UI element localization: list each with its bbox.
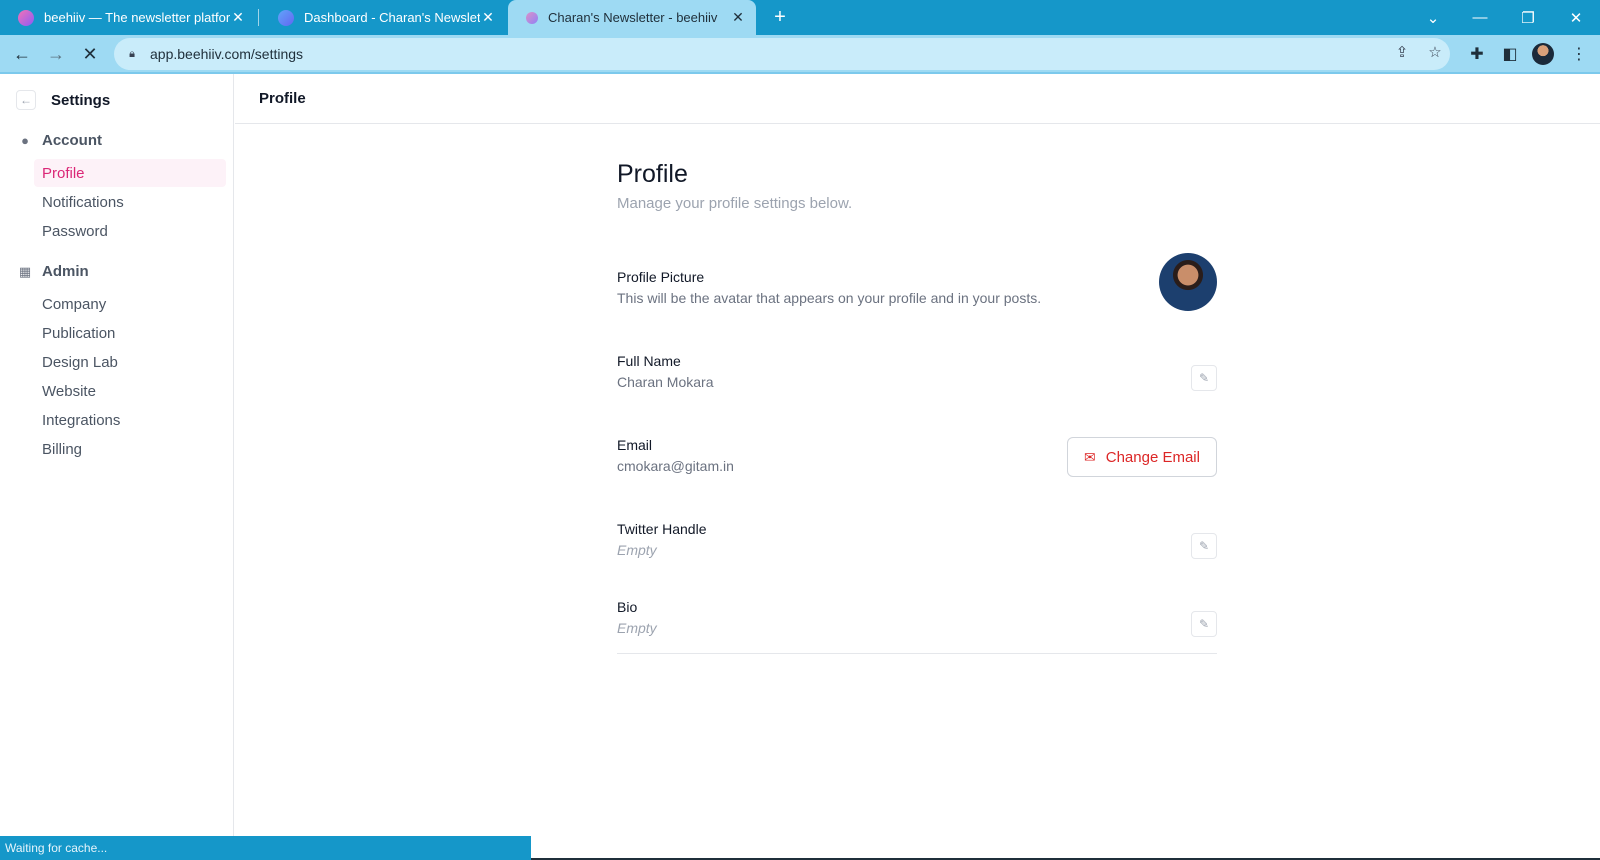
sidebar-item-company[interactable]: Company	[34, 290, 226, 318]
beehiiv-favicon-icon	[18, 9, 34, 26]
group-label: Account	[42, 132, 102, 149]
globe-favicon-icon	[278, 9, 294, 26]
more-menu-icon[interactable]: ⋮	[1569, 44, 1589, 64]
field-label: Twitter Handle	[617, 521, 707, 537]
browser-status-bar: Waiting for cache...	[0, 836, 531, 860]
settings-sidebar: ← Settings ● Account Profile Notificatio…	[0, 74, 234, 860]
browser-tab-active[interactable]: Charan's Newsletter - beehiiv ✕	[508, 0, 756, 35]
back-arrow-icon[interactable]: ←	[8, 40, 36, 68]
back-arrow-icon[interactable]: ←	[16, 90, 36, 110]
sidebar-group-admin: ▦ Admin	[18, 263, 89, 280]
mail-icon: ✉	[1084, 448, 1096, 465]
share-icon[interactable]: ⇪	[1393, 43, 1411, 61]
bio-row: Bio Empty ✎	[617, 599, 1217, 637]
sidebar-group-account: ● Account	[18, 132, 102, 149]
user-circle-icon: ●	[21, 133, 29, 148]
tab-search-chevron-icon[interactable]: ⌄	[1410, 0, 1456, 35]
close-icon[interactable]: ✕	[230, 9, 246, 26]
page-title: Profile	[617, 160, 688, 188]
pencil-icon[interactable]: ✎	[1191, 611, 1217, 637]
sidebar-item-integrations[interactable]: Integrations	[34, 406, 226, 434]
section-divider	[617, 653, 1217, 654]
field-label: Full Name	[617, 353, 681, 369]
sidebar-item-notifications[interactable]: Notifications	[34, 188, 226, 216]
field-label: Profile Picture	[617, 269, 705, 285]
new-tab-plus-icon[interactable]: +	[768, 6, 792, 30]
building-icon: ▦	[18, 263, 32, 279]
pencil-icon[interactable]: ✎	[1191, 533, 1217, 559]
extensions-puzzle-icon[interactable]: ✚	[1467, 44, 1487, 64]
twitter-handle-value: Empty	[617, 542, 657, 558]
full-name-row: Full Name Charan Mokara ✎	[617, 353, 1217, 391]
profile-heading: Profile Manage your profile settings bel…	[617, 160, 1217, 212]
sidebar-item-profile[interactable]: Profile	[34, 159, 226, 187]
browser-profile-avatar[interactable]	[1532, 43, 1554, 65]
tab-title: beehiiv — The newsletter platform	[44, 10, 230, 25]
browser-tab-bar: beehiiv — The newsletter platform ✕ Dash…	[0, 0, 1600, 35]
close-icon[interactable]: ✕	[480, 9, 496, 26]
email-row: Email cmokara@gitam.in ✉ Change Email	[617, 437, 1217, 477]
sidebar-item-password[interactable]: Password	[34, 217, 226, 245]
field-description: This will be the avatar that appears on …	[617, 290, 1042, 306]
browser-tab[interactable]: beehiiv — The newsletter platform ✕	[0, 0, 256, 35]
side-panel-icon[interactable]: ◧	[1500, 44, 1520, 64]
sidebar-item-design-lab[interactable]: Design Lab	[34, 348, 226, 376]
page-header: Profile	[235, 74, 1600, 124]
tab-title: Charan's Newsletter - beehiiv	[548, 10, 718, 25]
address-bar[interactable]: 🔒︎ app.beehiiv.com/settings	[114, 38, 1450, 70]
tab-title: Dashboard - Charan's Newsletter	[304, 10, 480, 25]
loading-favicon-icon	[526, 11, 538, 24]
restore-icon[interactable]: ❐	[1505, 0, 1551, 35]
profile-picture-row: Profile Picture This will be the avatar …	[617, 253, 1217, 311]
full-name-value: Charan Mokara	[617, 374, 714, 390]
window-close-icon[interactable]: ✕	[1553, 0, 1599, 35]
pencil-icon[interactable]: ✎	[1191, 365, 1217, 391]
sidebar-header: ← Settings	[16, 90, 110, 110]
lock-icon: 🔒︎	[129, 47, 135, 60]
browser-tab[interactable]: Dashboard - Charan's Newsletter ✕	[260, 0, 506, 35]
forward-arrow-icon[interactable]: →	[42, 40, 70, 68]
sidebar-item-publication[interactable]: Publication	[34, 319, 226, 347]
stop-loading-icon[interactable]: ✕	[76, 40, 104, 68]
page-subtitle: Manage your profile settings below.	[617, 195, 853, 212]
twitter-handle-row: Twitter Handle Empty ✎	[617, 521, 1217, 559]
profile-avatar[interactable]	[1159, 253, 1217, 311]
address-url[interactable]: app.beehiiv.com/settings	[150, 46, 303, 62]
bio-value: Empty	[617, 620, 657, 636]
change-email-button[interactable]: ✉ Change Email	[1067, 437, 1217, 477]
tab-separator	[258, 9, 259, 26]
field-label: Bio	[617, 599, 638, 615]
sidebar-item-website[interactable]: Website	[34, 377, 226, 405]
group-label: Admin	[42, 263, 89, 280]
sidebar-title: Settings	[51, 91, 111, 109]
bookmark-star-icon[interactable]: ☆	[1426, 43, 1444, 61]
close-icon[interactable]: ✕	[730, 9, 746, 26]
change-email-label: Change Email	[1105, 448, 1200, 466]
browser-toolbar: ← → ✕ 🔒︎ app.beehiiv.com/settings ⇪ ☆ ✚ …	[0, 35, 1600, 73]
minimize-icon[interactable]: —	[1457, 0, 1503, 35]
sidebar-item-billing[interactable]: Billing	[34, 435, 226, 463]
